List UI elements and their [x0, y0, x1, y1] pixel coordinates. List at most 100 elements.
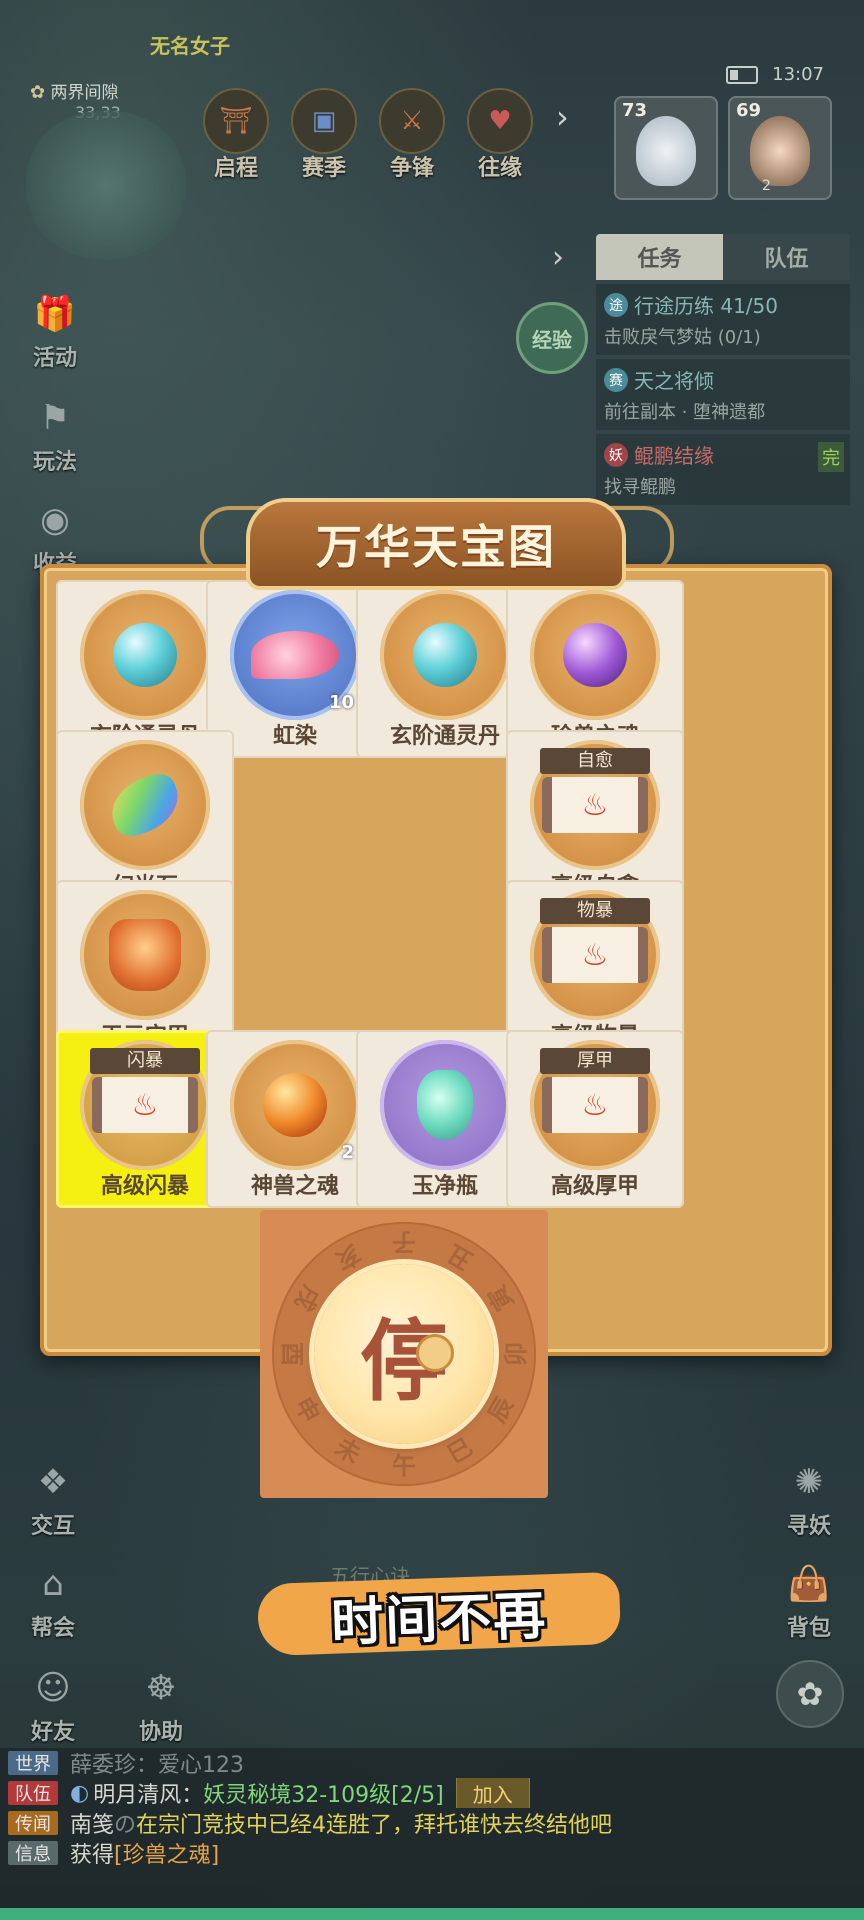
stop-button[interactable]: 停 [314, 1264, 494, 1444]
channel-tag: 队伍 [8, 1781, 58, 1805]
btn-friends[interactable]: ☺ 好友 [18, 1662, 88, 1746]
board-knob [416, 1334, 454, 1372]
skill-scroll-icon: ♨ [542, 1077, 648, 1133]
flag-icon: ⚑ [39, 398, 71, 438]
chat-line: 传闻 南笺 の 在宗门竞技中已经4连胜了，拜托谁快去终结他吧 [0, 1808, 864, 1838]
jade-vase-icon [417, 1070, 473, 1140]
nav-contest[interactable]: ⚔ 争锋 [372, 88, 452, 182]
skill-tag: 自愈 [540, 748, 650, 774]
chat-sender: 薛委珍： [70, 1753, 159, 1778]
task-title: 鲲鹏结缘 [634, 444, 714, 468]
money-bag-icon: ◉ [40, 500, 70, 540]
item-name: 高级厚甲 [550, 1174, 639, 1199]
divine-beast-soul-icon [263, 1073, 327, 1137]
btn-interact[interactable]: ❖ 交互 [18, 1456, 88, 1540]
chat-message: 妖灵秘境32-109级[2/5] [203, 1783, 444, 1808]
clock: 13:07 [772, 64, 824, 85]
tab-tasks[interactable]: 任务 [596, 234, 723, 280]
status-bar: 13:07 [726, 64, 824, 85]
prism-stone-icon [103, 768, 187, 842]
btn-assist[interactable]: ☸ 协助 [126, 1662, 196, 1746]
chat-item-link[interactable]: [珍兽之魂] [114, 1838, 219, 1868]
side-label: 帮会 [30, 1616, 75, 1641]
nav-label: 赛季 [301, 156, 346, 181]
collapse-arrow-icon[interactable]: › [552, 240, 564, 275]
flower-menu-icon[interactable]: ✿ [776, 1660, 844, 1728]
zodiac-char: 午 [392, 1451, 416, 1480]
season-icon: ▣ [291, 88, 357, 154]
join-button[interactable]: 加入 [455, 1778, 530, 1808]
banner-text: 时间不再 [330, 1585, 549, 1654]
item-quantity: 10 [328, 692, 354, 713]
chevron-right-icon[interactable]: › [556, 98, 569, 136]
event-banner: 时间不再 [256, 1571, 622, 1657]
zodiac-char: 卯 [501, 1342, 530, 1366]
map-settings-icon[interactable]: ✿ [30, 82, 45, 103]
nav-label: 启程 [213, 156, 258, 181]
map-name: 两界间隙 [50, 83, 119, 103]
side-label: 交互 [30, 1514, 75, 1539]
skill-tag: 闪暴 [90, 1048, 200, 1074]
skill-scroll-icon: ♨ [542, 927, 648, 983]
gift-icon: 🎁 [33, 294, 77, 334]
chat-line: 信息 获得 [珍兽之魂] [0, 1838, 864, 1868]
party-member-1[interactable]: 73 [614, 96, 718, 200]
side-label: 玩法 [32, 450, 77, 475]
task-panel: 任务 队伍 途行途历练 41/50 击败戾气梦姑 (0/1) 赛天之将倾 前往副… [596, 234, 850, 505]
task-type-badge: 赛 [604, 367, 628, 392]
btn-guild[interactable]: ⌂ 帮会 [18, 1558, 88, 1642]
member-level: 69 [736, 100, 762, 121]
task-type-badge: 途 [604, 292, 628, 317]
side-label: 活动 [32, 346, 77, 371]
side-activity[interactable]: 🎁 活动 [20, 288, 90, 372]
interact-icon: ❖ [37, 1462, 69, 1502]
battery-icon [726, 65, 759, 84]
party-member-2[interactable]: 69 2 [728, 96, 832, 200]
exp-bubble[interactable]: 经验 [516, 302, 588, 374]
channel-tag: 信息 [8, 1841, 58, 1865]
board-title-plate: 万华天宝图 [246, 498, 626, 590]
chat-line: 队伍 ◐ 明月清风： 妖灵秘境32-109级[2/5] 加入 [0, 1778, 864, 1808]
btn-bag[interactable]: 👜 背包 [774, 1558, 844, 1642]
spirit-pill-icon [413, 623, 477, 687]
board-title: 万华天宝图 [316, 520, 556, 574]
task-item[interactable]: 妖鲲鹏结缘 找寻鲲鹏 完 [596, 434, 850, 505]
side-gameplay[interactable]: ⚑ 玩法 [20, 392, 90, 476]
task-desc: 前往副本 · 堕神遗都 [604, 402, 766, 423]
task-item[interactable]: 赛天之将倾 前往副本 · 堕神遗都 [596, 359, 850, 430]
nav-journey[interactable]: ⛩ 启程 [196, 88, 276, 182]
friends-icon: ☺ [35, 1668, 71, 1708]
skill-tag: 物暴 [540, 898, 650, 924]
channel-tag: 传闻 [8, 1811, 58, 1835]
nav-season[interactable]: ▣ 赛季 [284, 88, 364, 182]
member-level: 73 [622, 100, 648, 121]
side-label: 协助 [138, 1720, 183, 1745]
chat-message: 获得 [70, 1843, 115, 1868]
task-desc: 击败戾气梦姑 (0/1) [604, 327, 761, 348]
treasure-board: 玄阶通灵丹10虹染玄阶通灵丹珍兽之魂幻光石♨自愈高级自愈天元宝甲♨物暴高级物暴♨… [40, 564, 832, 1498]
item-quantity: 2 [341, 1142, 354, 1163]
btn-seek-demon[interactable]: ✺ 寻妖 [774, 1456, 844, 1540]
skill-scroll-icon: ♨ [542, 777, 648, 833]
rainbow-dye-icon [251, 631, 339, 679]
zodiac-char: 子 [392, 1228, 416, 1257]
tab-team[interactable]: 队伍 [723, 234, 850, 280]
contest-icon: ⚔ [379, 88, 445, 154]
minimap[interactable] [22, 110, 190, 260]
skill-scroll-icon: ♨ [92, 1077, 198, 1133]
nav-label: 往缘 [477, 156, 522, 181]
armor-icon [109, 919, 181, 991]
task-type-badge: 妖 [604, 442, 628, 467]
nav-fate[interactable]: ♥ 往缘 [460, 88, 540, 182]
member-badge: 2 [762, 178, 771, 194]
chat-sender: 明月清风： [93, 1783, 204, 1808]
task-item[interactable]: 途行途历练 41/50 击败戾气梦姑 (0/1) [596, 284, 850, 355]
zodiac-char: 酉 [278, 1342, 307, 1366]
task-title: 天之将倾 [634, 369, 714, 393]
channel-tag: 世界 [8, 1751, 58, 1775]
assist-icon: ☸ [145, 1668, 177, 1708]
chat-panel[interactable]: 世界 薛委珍： 爱心123 队伍 ◐ 明月清风： 妖灵秘境32-109级[2/5… [0, 1748, 864, 1908]
reward-cell[interactable]: ♨ 厚甲 高级厚甲 [506, 1030, 684, 1208]
side-label: 背包 [786, 1616, 831, 1641]
team-icon: ◐ [70, 1780, 90, 1806]
